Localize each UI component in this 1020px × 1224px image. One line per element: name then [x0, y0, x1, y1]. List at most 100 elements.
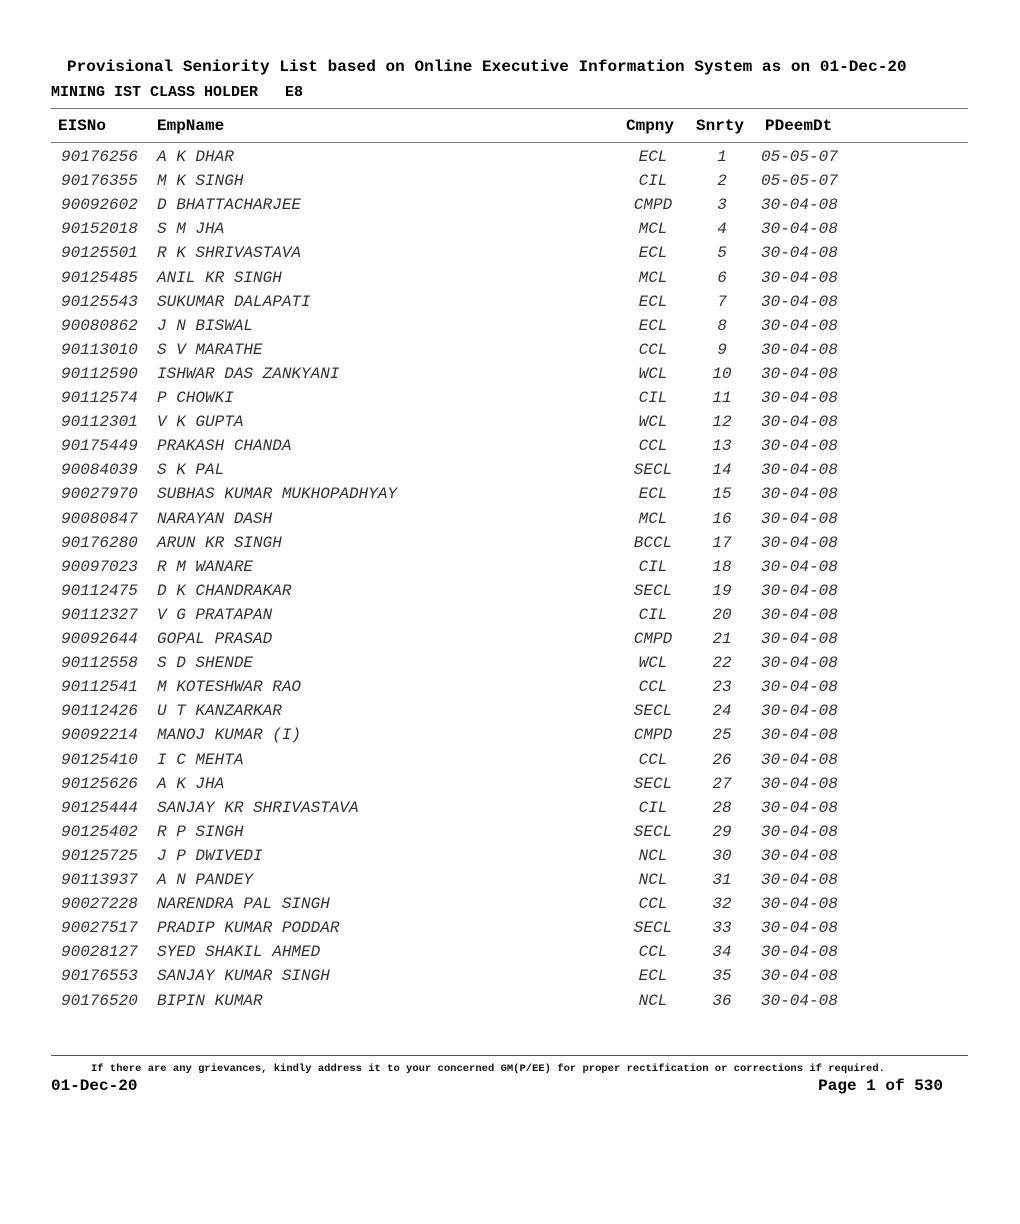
eisno-cell: 90125543 [61, 292, 138, 311]
empname-cell: D K CHANDRAKAR [157, 581, 292, 600]
empname-cell: SANJAY KUMAR SINGH [157, 967, 330, 986]
seniority-cell: 21 [712, 630, 732, 648]
table-row: 90080862 J N BISWAL ECL 8 30-04-08 [0, 317, 1020, 341]
page-title: Provisional Seniority List based on Onli… [67, 58, 907, 76]
empname-cell: V K GUPTA [157, 413, 244, 432]
company-cell: SECL [633, 774, 673, 793]
pdeemdt-cell: 30-04-08 [761, 364, 838, 383]
empname-cell: SYED SHAKIL AHMED [157, 943, 321, 962]
eisno-cell: 90027970 [61, 485, 138, 504]
eisno-cell: 90125626 [61, 774, 138, 793]
seniority-cell: 32 [712, 895, 732, 914]
table-row: 90125725 J P DWIVEDI NCL 30 30-04-08 [0, 847, 1020, 871]
empname-cell: PRAKASH CHANDA [157, 437, 292, 456]
empname-cell: SANJAY KR SHRIVASTAVA [157, 798, 359, 817]
empname-cell: GOPAL PRASAD [157, 630, 273, 648]
table-row: 90092602 D BHATTACHARJEE CMPD 3 30-04-08 [0, 196, 1020, 220]
empname-cell: NARENDRA PAL SINGH [157, 895, 330, 914]
company-cell: CCL [638, 750, 668, 769]
pdeemdt-cell: 30-04-08 [761, 461, 838, 480]
seniority-cell: 33 [712, 919, 732, 938]
table-row: 90125501 R K SHRIVASTAVA ECL 5 30-04-08 [0, 244, 1020, 268]
seniority-cell: 9 [717, 340, 727, 359]
table-row: 90176256 A K DHAR ECL 1 05-05-07 [0, 148, 1020, 172]
pdeemdt-cell: 30-04-08 [761, 196, 838, 215]
seniority-cell: 30 [712, 846, 732, 865]
seniority-cell: 12 [712, 413, 732, 432]
pdeemdt-cell: 30-04-08 [761, 654, 838, 673]
table-row: 90176280 ARUN KR SINGH BCCL 17 30-04-08 [0, 534, 1020, 558]
eisno-cell: 90092214 [61, 726, 138, 745]
pdeemdt-cell: 30-04-08 [761, 581, 838, 600]
company-cell: NCL [638, 871, 668, 889]
pdeemdt-cell: 30-04-08 [761, 846, 838, 865]
column-header-empname: EmpName [157, 117, 225, 135]
eisno-cell: 90176256 [61, 148, 138, 166]
eisno-cell: 90176553 [61, 967, 138, 986]
company-cell: ECL [638, 292, 668, 311]
eisno-cell: 90176520 [61, 991, 138, 1010]
empname-cell: R P SINGH [157, 822, 244, 841]
eisno-cell: 90112475 [61, 581, 138, 600]
eisno-cell: 90027228 [61, 895, 138, 914]
company-cell: MCL [638, 268, 668, 287]
company-cell: CCL [638, 437, 668, 456]
eisno-cell: 90176280 [61, 533, 138, 552]
table-row: 90080847 NARAYAN DASH MCL 16 30-04-08 [0, 510, 1020, 534]
empname-cell: ANIL KR SINGH [157, 268, 282, 287]
seniority-cell: 19 [712, 581, 732, 600]
header-top-divider [51, 108, 968, 109]
empname-cell: V G PRATAPAN [157, 605, 273, 624]
table-row: 90028127 SYED SHAKIL AHMED CCL 34 30-04-08 [0, 943, 1020, 967]
category-subtitle: MINING IST CLASS HOLDER E8 [51, 84, 304, 101]
eisno-cell: 90112541 [61, 678, 138, 697]
empname-cell: A N PANDEY [157, 871, 254, 889]
empname-cell: S D SHENDE [157, 654, 254, 673]
company-cell: CCL [638, 943, 668, 962]
company-cell: SECL [633, 702, 673, 721]
table-row: 90084039 S K PAL SECL 14 30-04-08 [0, 461, 1020, 485]
company-cell: WCL [638, 364, 668, 383]
company-cell: ECL [638, 244, 668, 263]
company-cell: MCL [638, 220, 668, 239]
table-row: 90027517 PRADIP KUMAR PODDAR SECL 33 30-04-0… [0, 919, 1020, 943]
eisno-cell: 90027517 [61, 919, 138, 938]
seniority-cell: 7 [717, 292, 727, 311]
empname-cell: BIPIN KUMAR [157, 991, 263, 1010]
table-row: 90175449 PRAKASH CHANDA CCL 13 30-04-08 [0, 437, 1020, 461]
seniority-cell: 17 [712, 533, 732, 552]
pdeemdt-cell: 30-04-08 [761, 220, 838, 239]
column-header-cmpny: Cmpny [626, 117, 675, 135]
seniority-cell: 35 [712, 967, 732, 986]
seniority-cell: 11 [712, 389, 732, 407]
table-row: 90112327 V G PRATAPAN CIL 20 30-04-08 [0, 606, 1020, 630]
empname-cell: SUBHAS KUMAR MUKHOPADHYAY [157, 485, 398, 504]
table-row: 90113937 A N PANDEY NCL 31 30-04-08 [0, 871, 1020, 895]
seniority-cell: 10 [712, 364, 732, 383]
table-row: 90125543 SUKUMAR DALAPATI ECL 7 30-04-08 [0, 293, 1020, 317]
pdeemdt-cell: 30-04-08 [761, 943, 838, 962]
footer-divider [51, 1055, 968, 1056]
eisno-cell: 90113010 [61, 340, 138, 359]
empname-cell: S V MARATHE [157, 340, 263, 359]
company-cell: ECL [638, 316, 668, 335]
pdeemdt-cell: 05-05-07 [761, 148, 838, 166]
eisno-cell: 90176355 [61, 172, 138, 191]
eisno-cell: 90092644 [61, 630, 138, 648]
seniority-cell: 22 [712, 654, 732, 673]
eisno-cell: 90125410 [61, 750, 138, 769]
company-cell: ECL [638, 148, 668, 166]
pdeemdt-cell: 30-04-08 [761, 268, 838, 287]
pdeemdt-cell: 30-04-08 [761, 919, 838, 938]
seniority-cell: 20 [712, 605, 732, 624]
empname-cell: M KOTESHWAR RAO [157, 678, 302, 697]
company-cell: SECL [633, 919, 673, 938]
empname-cell: A K JHA [157, 774, 225, 793]
empname-cell: S K PAL [157, 461, 225, 480]
seniority-cell: 2 [717, 172, 727, 191]
pdeemdt-cell: 05-05-07 [761, 172, 838, 191]
table-row: 90112558 S D SHENDE WCL 22 30-04-08 [0, 654, 1020, 678]
pdeemdt-cell: 30-04-08 [761, 605, 838, 624]
empname-cell: U T KANZARKAR [157, 702, 282, 721]
eisno-cell: 90080862 [61, 316, 138, 335]
